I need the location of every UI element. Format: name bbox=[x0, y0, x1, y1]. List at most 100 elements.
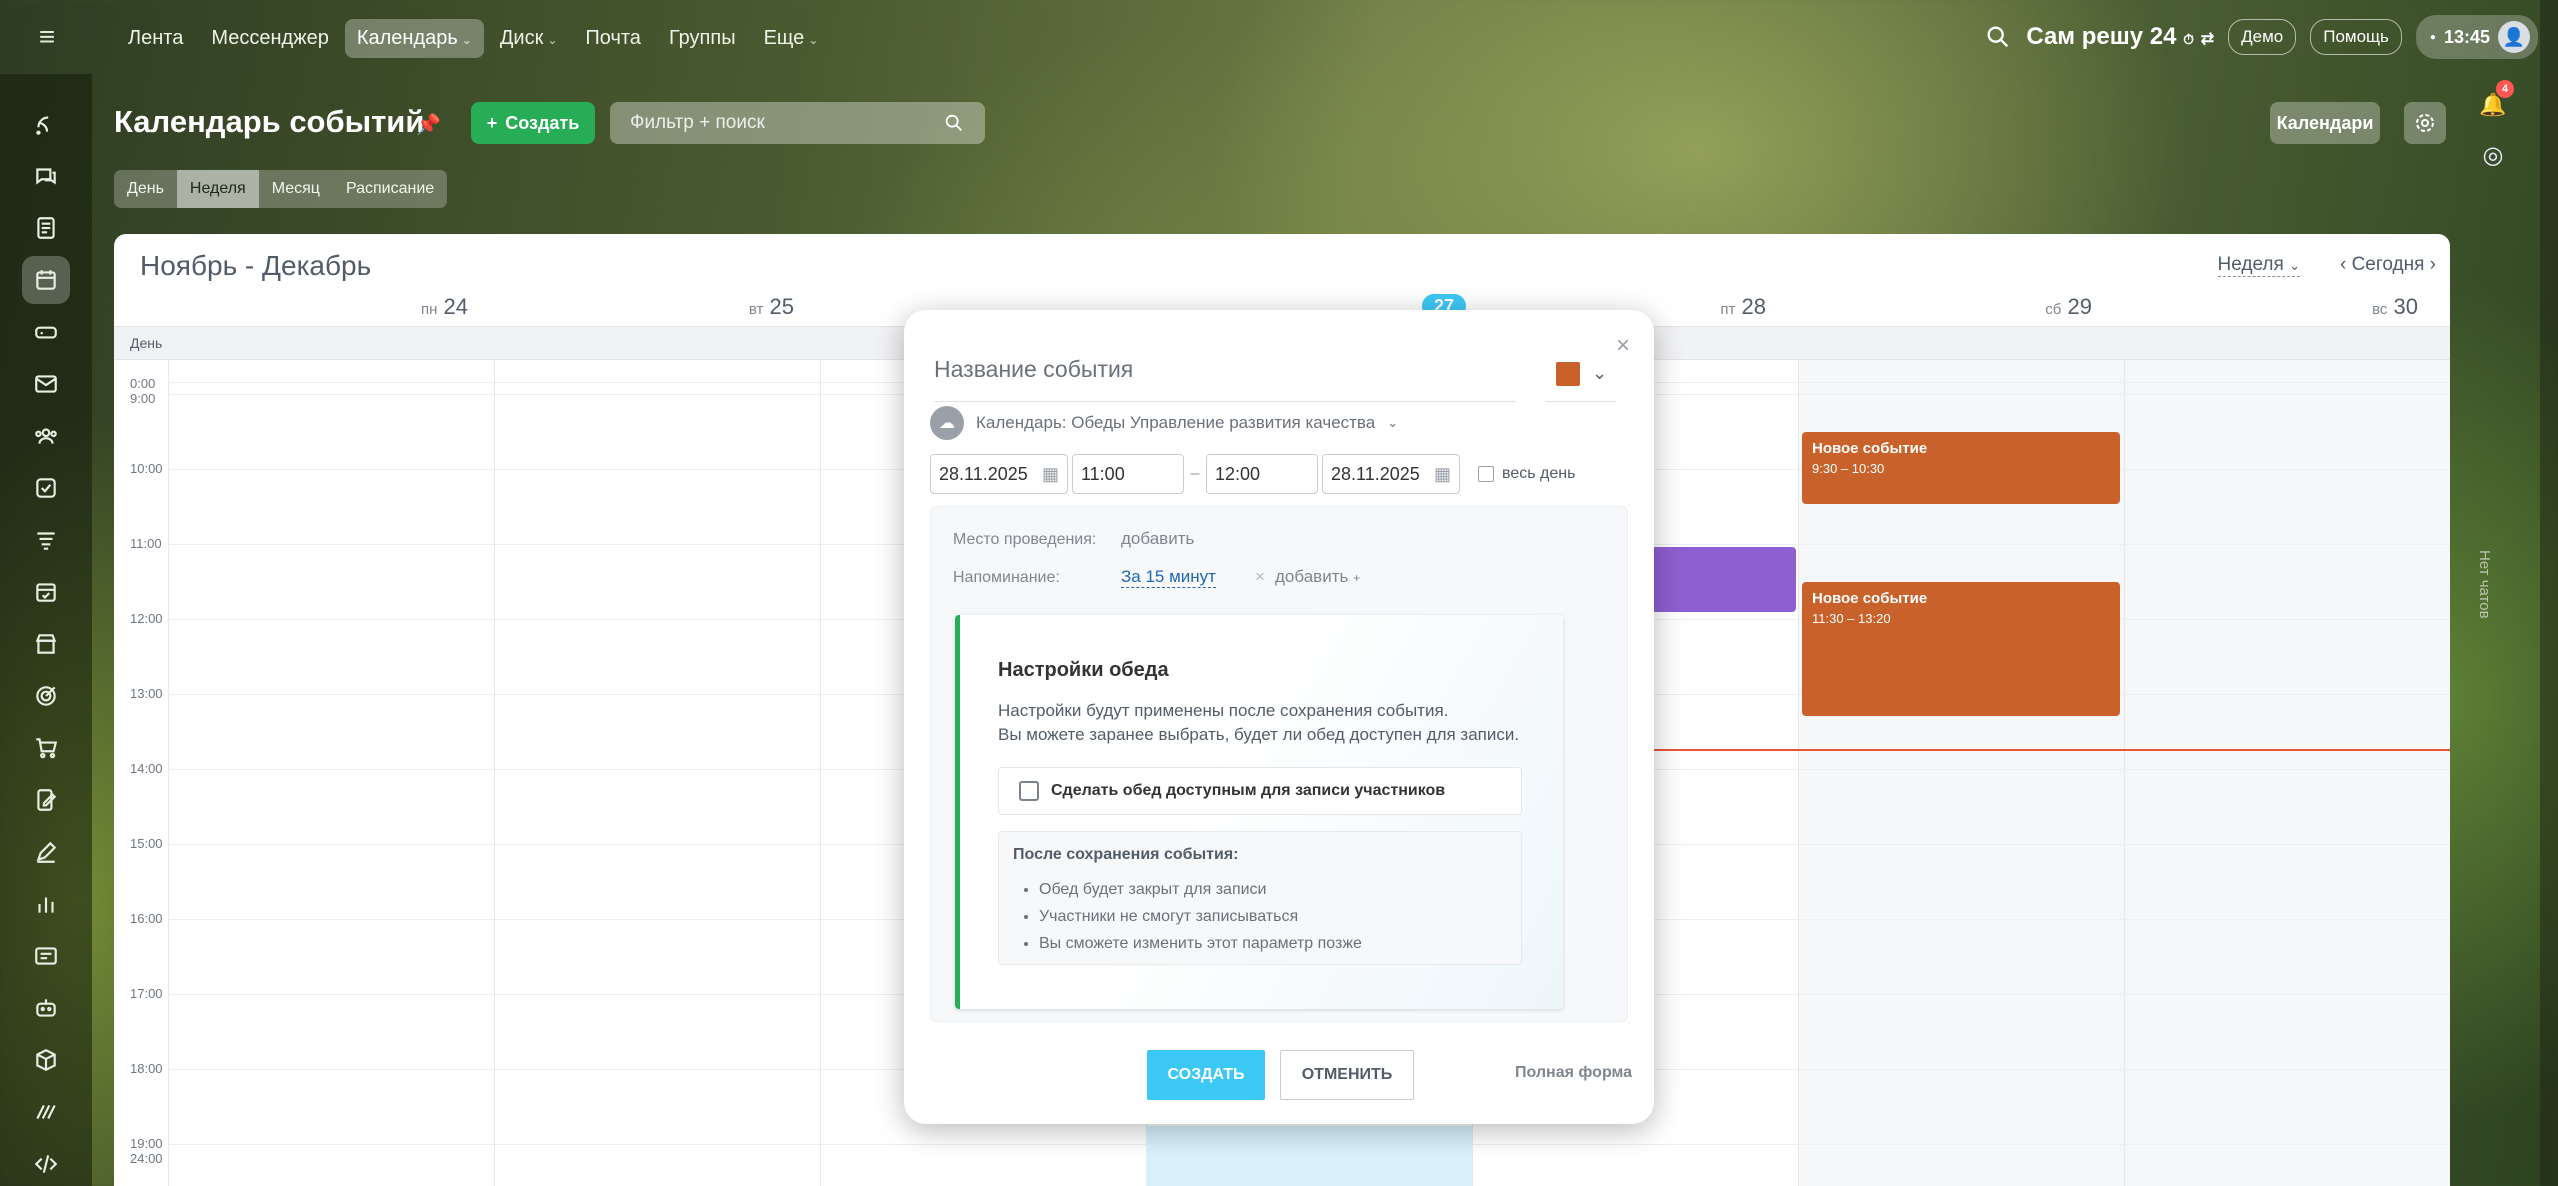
worktime-widget[interactable]: ● 13:45 👤 bbox=[2415, 15, 2538, 59]
scrollbar[interactable] bbox=[2540, 0, 2558, 1186]
day-header[interactable]: сб 29 bbox=[1878, 294, 2092, 319]
settings-sliders-icon[interactable]: ⇄ bbox=[2201, 31, 2214, 48]
calendar-select[interactable]: ☁ Календарь: Обеды Управление развития к… bbox=[930, 406, 1398, 440]
view-select[interactable]: Неделя ⌄ bbox=[2217, 254, 2300, 277]
create-button[interactable]: + Создать bbox=[471, 102, 595, 144]
code-icon[interactable] bbox=[22, 1140, 70, 1186]
demo-button[interactable]: Демо bbox=[2228, 19, 2297, 55]
weekend-column[interactable] bbox=[2124, 360, 2450, 1186]
day-header[interactable]: вс 30 bbox=[2204, 294, 2418, 319]
search-icon[interactable] bbox=[943, 112, 965, 134]
nav-calendar[interactable]: Календарь ⌄ bbox=[344, 18, 484, 58]
store-icon[interactable] bbox=[22, 620, 70, 668]
calendars-button[interactable]: Календари bbox=[2270, 102, 2380, 144]
top-bar: ≡ Лента Мессенджер Календарь ⌄ Диск ⌄ Почт… bbox=[0, 0, 2558, 74]
booking-icon[interactable] bbox=[22, 568, 70, 616]
top-right-area: Сам решу 24 ⏱ ⇄ Демо Помощь ● 13:45 👤 bbox=[1984, 14, 2558, 60]
copilot-icon[interactable]: ◎ bbox=[2478, 140, 2508, 170]
portal-name[interactable]: Сам решу 24 ⏱ ⇄ bbox=[2026, 23, 2214, 51]
target-icon[interactable] bbox=[22, 672, 70, 720]
event-name-input[interactable]: Название события bbox=[934, 346, 1516, 402]
time-label: 16:00 bbox=[130, 911, 163, 926]
day-column[interactable] bbox=[168, 360, 494, 1186]
save-button[interactable]: СОЗДАТЬ bbox=[1147, 1050, 1265, 1100]
help-button[interactable]: Помощь bbox=[2310, 19, 2402, 55]
analytics-icon[interactable] bbox=[22, 880, 70, 928]
tasks-icon[interactable] bbox=[22, 464, 70, 512]
cart-icon[interactable] bbox=[22, 724, 70, 772]
day-of-week: вт bbox=[748, 301, 764, 318]
avatar[interactable]: 👤 bbox=[2498, 21, 2530, 53]
pin-icon[interactable]: 📌 bbox=[416, 112, 441, 137]
close-icon[interactable]: × bbox=[1616, 332, 1630, 360]
day-header[interactable]: пн 24 bbox=[254, 294, 468, 319]
pen-icon[interactable] bbox=[22, 828, 70, 876]
checkbox-box[interactable] bbox=[1019, 781, 1039, 801]
chevron-left-icon[interactable]: ‹ bbox=[2340, 254, 2346, 275]
full-form-link[interactable]: Полная форма bbox=[1515, 1064, 1632, 1082]
reminder-add-link[interactable]: добавить + bbox=[1275, 567, 1360, 587]
robot-icon[interactable] bbox=[22, 984, 70, 1032]
location-add-link[interactable]: добавить bbox=[1121, 529, 1194, 549]
nav-groups[interactable]: Группы bbox=[657, 19, 748, 58]
chevron-right-icon[interactable]: › bbox=[2430, 254, 2436, 275]
time-label: 18:00 bbox=[130, 1061, 163, 1076]
search-icon[interactable] bbox=[1984, 23, 2012, 51]
day-column[interactable] bbox=[494, 360, 820, 1186]
feed-icon[interactable] bbox=[22, 100, 70, 148]
date-to-input[interactable]: 28.11.2025 ▦ bbox=[1322, 454, 1460, 494]
tab-month[interactable]: Месяц bbox=[259, 170, 333, 208]
tab-schedule[interactable]: Расписание bbox=[333, 170, 447, 208]
sign-icon[interactable] bbox=[22, 776, 70, 824]
crm-icon[interactable] bbox=[22, 516, 70, 564]
date-from-input[interactable]: 28.11.2025 ▦ bbox=[930, 454, 1068, 494]
all-day-checkbox[interactable]: весь день bbox=[1478, 465, 1575, 483]
disk-icon[interactable] bbox=[22, 308, 70, 356]
day-number: 25 bbox=[769, 294, 794, 319]
document-icon[interactable] bbox=[22, 204, 70, 252]
remove-reminder-icon[interactable]: × bbox=[1255, 567, 1265, 587]
terminal-icon[interactable] bbox=[22, 932, 70, 980]
list-item: Вы сможете изменить этот параметр позже bbox=[1039, 930, 1362, 957]
time-to-value: 12:00 bbox=[1215, 463, 1261, 484]
current-time-line bbox=[1654, 749, 2450, 751]
chevron-down-icon: ⌄ bbox=[2289, 258, 2300, 273]
today-button[interactable]: Сегодня bbox=[2352, 254, 2425, 275]
checkbox-box[interactable] bbox=[1478, 466, 1494, 482]
chat-icon[interactable] bbox=[22, 152, 70, 200]
nav-messenger[interactable]: Мессенджер bbox=[199, 19, 340, 58]
clock-icon: ⏱ bbox=[2183, 31, 2195, 47]
event-name: Новое событие bbox=[1812, 590, 1928, 607]
nav-feed[interactable]: Лента bbox=[116, 19, 195, 58]
nav-more[interactable]: Еще ⌄ bbox=[752, 19, 831, 58]
filter-search-input[interactable]: Фильтр + поиск bbox=[610, 102, 985, 144]
lunch-open-checkbox[interactable]: Сделать обед доступным для записи участн… bbox=[998, 767, 1522, 815]
mail-icon[interactable] bbox=[22, 360, 70, 408]
menu-icon[interactable]: ≡ bbox=[24, 22, 70, 52]
calendar-icon[interactable] bbox=[22, 256, 70, 304]
calendar-icon[interactable]: ▦ bbox=[1042, 464, 1059, 485]
nav-disk[interactable]: Диск ⌄ bbox=[488, 19, 570, 58]
nav-mail[interactable]: Почта bbox=[573, 19, 653, 58]
apps-icon[interactable] bbox=[22, 1088, 70, 1136]
calendar-event[interactable]: Новое событие 9:30 – 10:30 bbox=[1802, 432, 2120, 504]
tab-day[interactable]: День bbox=[114, 170, 177, 208]
color-picker[interactable]: ⌄ bbox=[1546, 346, 1616, 402]
reminder-add-label: добавить bbox=[1275, 567, 1349, 586]
tab-week[interactable]: Неделя bbox=[176, 170, 259, 208]
box-icon[interactable] bbox=[22, 1036, 70, 1084]
day-header[interactable]: вт 25 bbox=[580, 294, 794, 319]
gear-icon[interactable] bbox=[2404, 102, 2446, 144]
calendar-event[interactable]: Новое событие 11:30 – 13:20 bbox=[1802, 582, 2120, 716]
selected-slot[interactable] bbox=[1146, 1126, 1472, 1186]
reminder-value[interactable]: За 15 минут bbox=[1121, 567, 1216, 588]
status-dot-icon: ● bbox=[2429, 31, 2436, 43]
time-from-input[interactable]: 11:00 bbox=[1072, 454, 1184, 494]
calendar-select-label: Календарь: Обеды Управление развития кач… bbox=[976, 413, 1376, 432]
groups-icon[interactable] bbox=[22, 412, 70, 460]
time-to-input[interactable]: 12:00 bbox=[1206, 454, 1318, 494]
day-number: 30 bbox=[2393, 294, 2418, 319]
time-label: 9:00 bbox=[130, 391, 156, 406]
calendar-icon[interactable]: ▦ bbox=[1434, 464, 1451, 485]
cancel-button[interactable]: ОТМЕНИТЬ bbox=[1280, 1050, 1414, 1100]
